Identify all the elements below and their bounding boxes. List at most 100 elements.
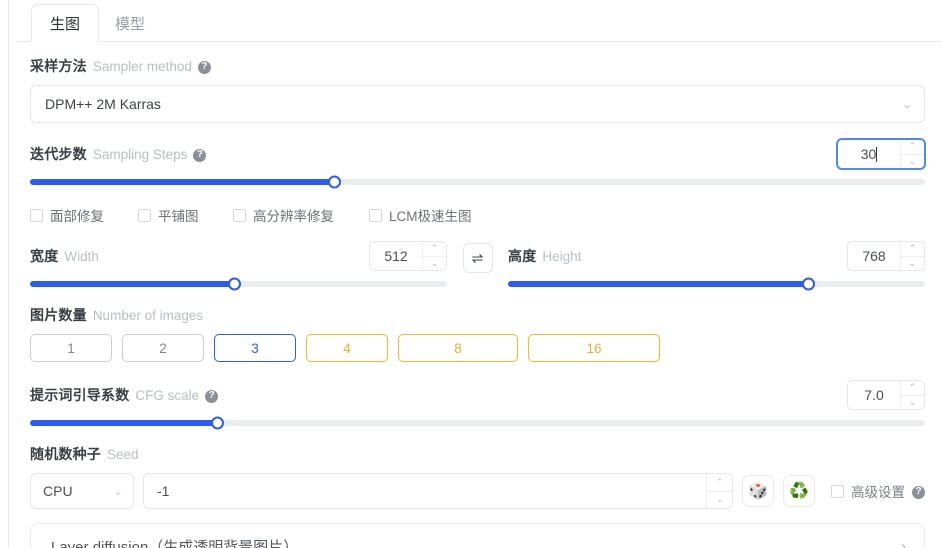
checkbox-box[interactable]: [30, 208, 43, 222]
layer-diffusion-title: Layer diffusion（生成透明背景图片）: [51, 538, 299, 548]
tab-model[interactable]: 模型: [97, 4, 163, 42]
seed-label-en: Seed: [107, 446, 139, 462]
seed-value-input[interactable]: -1 ⌃ ⌄: [143, 473, 733, 509]
cfg-slider-knob[interactable]: [211, 416, 225, 430]
tab-model-label: 模型: [115, 15, 146, 33]
height-number-value-wrap: 768: [848, 242, 900, 270]
checkbox-box[interactable]: [138, 208, 151, 222]
dice-icon: 🎲: [748, 483, 768, 500]
sampler-select-value: DPM++ 2M Karras: [45, 96, 161, 112]
num-images-label-en: Number of images: [92, 307, 204, 323]
num-images-label-row: 图片数量 Number of images: [30, 305, 925, 325]
steps-label-cn: 迭代步数: [30, 146, 87, 162]
checkbox-face-restore-label: 面部修复: [50, 209, 104, 224]
seed-row: CPU ⌄ -1 ⌃ ⌄ 🎲 ♻️ 高级设置 ?: [30, 473, 925, 509]
width-number-input[interactable]: 512 ⌃ ⌄: [369, 241, 448, 271]
seed-stepper-down[interactable]: ⌄: [707, 492, 732, 509]
cfg-stepper[interactable]: ⌃ ⌄: [900, 381, 924, 409]
num-images-option-4[interactable]: 4: [306, 334, 388, 362]
seed-value-text[interactable]: -1: [144, 483, 706, 499]
checkbox-tiling-label: 平铺图: [158, 209, 199, 224]
checkbox-hires-fix[interactable]: 高分辨率修复: [233, 205, 369, 225]
seed-device-select[interactable]: CPU ⌄: [30, 473, 134, 509]
num-images-option-2[interactable]: 2: [122, 334, 204, 362]
advanced-settings-label: 高级设置: [851, 485, 905, 500]
cfg-label-row: 提示词引导系数 CFG scale ?: [30, 385, 219, 405]
steps-stepper[interactable]: ⌃ ⌄: [900, 140, 924, 168]
steps-number-input[interactable]: 30 ⌃ ⌄: [837, 139, 925, 169]
width-label-en: Width: [64, 248, 99, 264]
tab-bar: 生图 模型: [17, 0, 942, 42]
width-slider-knob[interactable]: [227, 277, 241, 291]
steps-help-icon[interactable]: ?: [193, 148, 207, 162]
seed-stepper[interactable]: ⌃ ⌄: [706, 474, 732, 508]
sampler-help-icon[interactable]: ?: [197, 60, 211, 74]
random-seed-button[interactable]: 🎲: [742, 475, 774, 507]
checkbox-box[interactable]: [831, 484, 844, 498]
steps-stepper-down[interactable]: ⌄: [901, 155, 924, 169]
num-images-option-1-label: 1: [67, 340, 75, 356]
checkbox-hires-fix-label: 高分辨率修复: [253, 209, 334, 224]
num-images-option-3-label: 3: [251, 340, 259, 356]
width-number-value: 512: [384, 248, 408, 264]
height-group: 高度 Height 768 ⌃ ⌄: [508, 241, 926, 291]
steps-number-value: 30: [860, 146, 877, 162]
checkbox-lcm-label: LCM极速生图: [389, 209, 472, 224]
height-label-row: 高度 Height: [508, 246, 581, 266]
width-label-cn: 宽度: [30, 248, 59, 264]
cfg-help-icon[interactable]: ?: [205, 389, 219, 403]
height-stepper[interactable]: ⌃ ⌄: [900, 242, 925, 271]
cfg-number-value-wrap: 7.0: [848, 381, 900, 409]
height-slider[interactable]: [508, 277, 926, 291]
advanced-settings-toggle[interactable]: 高级设置 ?: [831, 481, 925, 501]
height-header-row: 高度 Height 768 ⌃ ⌄: [508, 241, 926, 271]
width-stepper-down[interactable]: ⌄: [423, 257, 446, 271]
cfg-label-cn: 提示词引导系数: [30, 387, 130, 403]
width-stepper-up[interactable]: ⌃: [423, 242, 447, 257]
width-slider[interactable]: [30, 277, 448, 291]
steps-slider-knob[interactable]: [327, 175, 341, 189]
left-rail-divider: [8, 0, 9, 548]
sampler-select[interactable]: DPM++ 2M Karras ⌄: [30, 85, 925, 123]
checkbox-box[interactable]: [369, 208, 382, 222]
width-label-row: 宽度 Width: [30, 246, 99, 266]
checkbox-box[interactable]: [233, 208, 246, 222]
checkbox-lcm[interactable]: LCM极速生图: [369, 205, 472, 225]
steps-stepper-up[interactable]: ⌃: [901, 140, 924, 155]
cfg-number-value: 7.0: [864, 387, 884, 403]
height-slider-knob[interactable]: [801, 277, 815, 291]
layer-diffusion-accordion[interactable]: Layer diffusion（生成透明背景图片） ›: [30, 523, 925, 548]
checkbox-face-restore[interactable]: 面部修复: [30, 205, 138, 225]
cfg-stepper-down[interactable]: ⌄: [901, 396, 924, 410]
seed-stepper-up[interactable]: ⌃: [707, 474, 732, 492]
num-images-option-16[interactable]: 16: [528, 334, 660, 362]
cfg-stepper-up[interactable]: ⌃: [901, 381, 924, 396]
num-images-option-1[interactable]: 1: [30, 334, 112, 362]
chevron-down-icon: ⌄: [901, 97, 912, 111]
cfg-slider[interactable]: [30, 416, 925, 430]
steps-slider-fill: [30, 179, 335, 185]
tab-generate-image[interactable]: 生图: [31, 4, 100, 42]
swap-dimensions-button[interactable]: ⇌: [462, 243, 493, 273]
num-images-option-8-label: 8: [454, 340, 462, 356]
reuse-seed-button[interactable]: ♻️: [783, 475, 815, 507]
cfg-label-en: CFG scale: [135, 387, 200, 403]
height-stepper-down[interactable]: ⌄: [901, 257, 924, 271]
cfg-number-input[interactable]: 7.0 ⌃ ⌄: [847, 380, 925, 410]
advanced-settings-help-icon[interactable]: ?: [912, 485, 925, 499]
height-label-cn: 高度: [508, 248, 537, 264]
chevron-down-icon: ⌄: [113, 485, 123, 498]
num-images-option-3[interactable]: 3: [214, 334, 296, 362]
height-stepper-up[interactable]: ⌃: [901, 242, 925, 257]
swap-wrap: ⇌: [447, 241, 508, 273]
checkbox-tiling[interactable]: 平铺图: [138, 205, 233, 225]
num-images-option-8[interactable]: 8: [398, 334, 518, 362]
seed-label-cn: 随机数种子: [30, 446, 101, 462]
steps-number-value-wrap: 30: [838, 140, 900, 168]
cfg-slider-fill: [30, 420, 218, 426]
toggles-row: 面部修复 平铺图 高分辨率修复 LCM极速生图: [30, 205, 925, 225]
height-number-input[interactable]: 768 ⌃ ⌄: [847, 241, 926, 271]
num-images-option-4-label: 4: [343, 340, 351, 356]
steps-slider[interactable]: [30, 175, 925, 189]
width-stepper[interactable]: ⌃ ⌄: [422, 242, 447, 271]
